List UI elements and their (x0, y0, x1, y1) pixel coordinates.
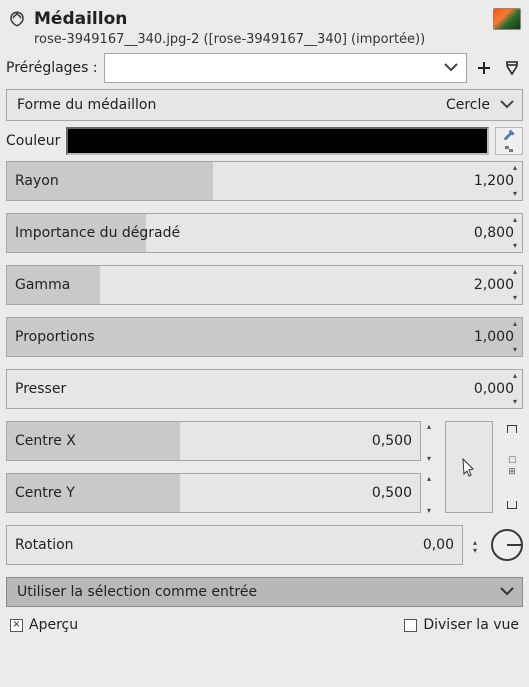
shape-label: Forme du médaillon (17, 97, 156, 113)
center-y-slider[interactable]: Centre Y 0,500 (6, 473, 421, 513)
gamma-label: Gamma (7, 277, 70, 293)
pick-from-image-button[interactable] (445, 421, 493, 513)
squeeze-value: 0,000 (474, 381, 522, 397)
spin-buttons[interactable]: ▴▾ (423, 475, 435, 515)
softness-value: 0,800 (474, 225, 522, 241)
preview-checkbox[interactable] (10, 619, 23, 632)
proportion-slider[interactable]: Proportions 1,000 ▴▾ (6, 317, 523, 357)
dialog-title: Médaillon (34, 9, 127, 29)
split-view-checkbox[interactable] (404, 619, 417, 632)
center-y-label: Centre Y (7, 485, 75, 501)
thumbnail (493, 8, 521, 30)
squeeze-label: Presser (7, 381, 66, 397)
spin-buttons[interactable]: ▴▾ (423, 423, 435, 463)
shape-value: Cercle (446, 97, 490, 113)
center-x-value: 0,500 (372, 433, 420, 449)
gamma-slider[interactable]: Gamma 2,000 ▴▾ (6, 265, 523, 305)
radius-value: 1,200 (474, 173, 522, 189)
rotation-slider[interactable]: Rotation 0,00 (6, 525, 463, 565)
softness-slider[interactable]: Importance du dégradé 0,800 ▴▾ (6, 213, 523, 253)
dialog-subtitle: rose-3949167__340.jpg-2 ([rose-3949167__… (6, 30, 523, 53)
spin-buttons[interactable]: ▴▾ (469, 539, 481, 555)
proportion-value: 1,000 (474, 329, 522, 345)
gamma-value: 2,000 (474, 277, 522, 293)
selection-input-label: Utiliser la sélection comme entrée (17, 584, 257, 600)
center-x-label: Centre X (7, 433, 76, 449)
rotation-label: Rotation (7, 537, 74, 553)
center-y-value: 0,500 (372, 485, 420, 501)
presets-combo[interactable] (104, 53, 467, 83)
rotation-dial[interactable] (491, 529, 523, 561)
radius-label: Rayon (7, 173, 59, 189)
app-icon (8, 10, 26, 28)
chevron-down-icon (500, 97, 514, 113)
center-x-slider[interactable]: Centre X 0,500 (6, 421, 421, 461)
manage-presets-button[interactable] (501, 57, 523, 79)
presets-label: Préréglages : (6, 60, 98, 76)
chevron-down-icon (444, 60, 458, 76)
link-xy-icon[interactable]: ☐⊞ (501, 421, 523, 513)
color-swatch[interactable] (66, 127, 489, 155)
radius-slider[interactable]: Rayon 1,200 ▴▾ (6, 161, 523, 201)
eyedropper-button[interactable] (495, 127, 523, 155)
selection-input-combo[interactable]: Utiliser la sélection comme entrée (6, 577, 523, 607)
preview-label: Aperçu (29, 617, 78, 633)
shape-combo[interactable]: Forme du médaillon Cercle (6, 89, 523, 121)
proportion-label: Proportions (7, 329, 95, 345)
chevron-down-icon (500, 584, 514, 600)
color-label: Couleur (6, 133, 60, 149)
split-view-label: Diviser la vue (423, 617, 519, 633)
add-preset-button[interactable] (473, 57, 495, 79)
softness-label: Importance du dégradé (7, 225, 180, 241)
rotation-value: 0,00 (423, 537, 462, 553)
squeeze-slider[interactable]: Presser 0,000 ▴▾ (6, 369, 523, 409)
